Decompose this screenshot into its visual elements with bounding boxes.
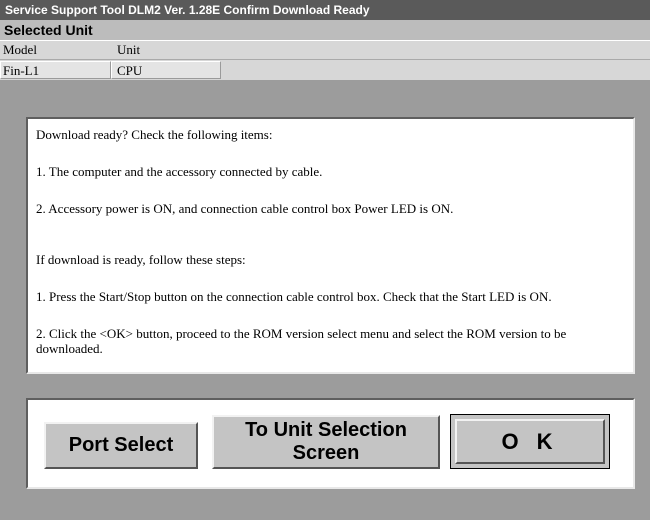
model-value-cell: Fin-L1 bbox=[0, 61, 111, 79]
instruction-line: 1. Press the Start/Stop button on the co… bbox=[36, 289, 552, 304]
ok-button[interactable]: O K bbox=[450, 414, 610, 469]
to-unit-selection-button[interactable]: To Unit Selection Screen bbox=[212, 415, 440, 469]
button-panel: Port Select To Unit Selection Screen O K bbox=[26, 398, 635, 489]
model-column-label: Model bbox=[3, 42, 37, 57]
download-instructions-box: Download ready? Check the following item… bbox=[26, 117, 635, 374]
selected-unit-label-row: Model Unit bbox=[0, 41, 650, 60]
unit-value-cell: CPU bbox=[111, 61, 221, 79]
port-select-button[interactable]: Port Select bbox=[44, 422, 198, 469]
ok-label: O K bbox=[501, 428, 559, 454]
instruction-line: 2. Click the <OK> button, proceed to the… bbox=[36, 326, 567, 356]
instruction-line: If download is ready, follow these steps… bbox=[36, 252, 246, 267]
model-value: Fin-L1 bbox=[3, 63, 40, 78]
unit-value: CPU bbox=[117, 63, 143, 78]
unit-column-label: Unit bbox=[117, 42, 141, 57]
to-unit-selection-label: To Unit Selection Screen bbox=[245, 419, 407, 465]
to-unit-selection-label-line1: To Unit Selection bbox=[245, 419, 407, 441]
port-select-label: Port Select bbox=[68, 434, 174, 456]
to-unit-selection-label-line2: Screen bbox=[292, 442, 360, 464]
window-title: Service Support Tool DLM2 Ver. 1.28E Con… bbox=[0, 0, 650, 20]
instruction-line: Download ready? Check the following item… bbox=[36, 127, 273, 142]
instruction-line: 2. Accessory power is ON, and connection… bbox=[36, 201, 454, 216]
selected-unit-header: Selected Unit bbox=[0, 20, 650, 41]
selected-unit-value-row: Fin-L1 CPU bbox=[0, 60, 650, 80]
confirm-download-window: Service Support Tool DLM2 Ver. 1.28E Con… bbox=[0, 0, 650, 520]
instruction-line: 1. The computer and the accessory connec… bbox=[36, 164, 323, 179]
